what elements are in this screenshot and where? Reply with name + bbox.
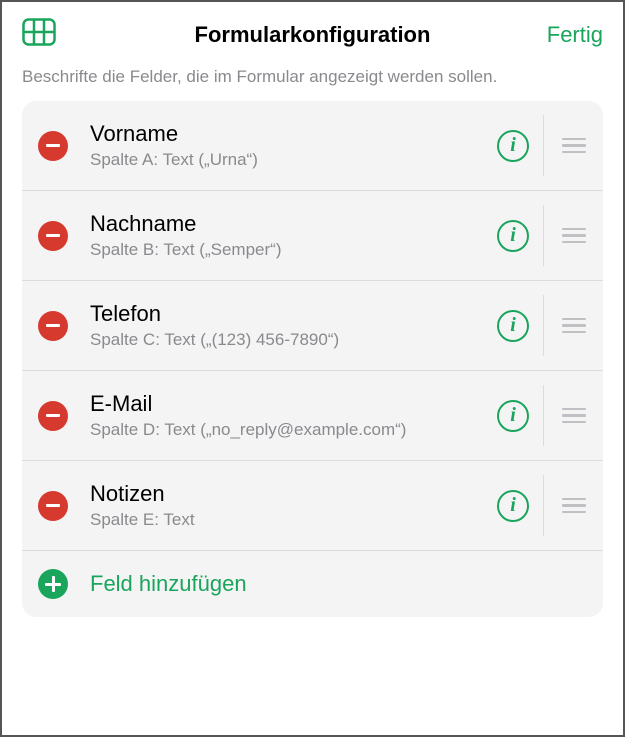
info-icon[interactable]: i (497, 400, 529, 432)
field-text[interactable]: Telefon Spalte C: Text („(123) 456-7890“… (68, 301, 497, 350)
field-title: Telefon (90, 301, 487, 327)
field-subtitle: Spalte A: Text („Urna“) (90, 149, 487, 170)
instructions-text: Beschrifte die Felder, die im Formular a… (2, 67, 623, 101)
field-subtitle: Spalte C: Text („(123) 456-7890“) (90, 329, 487, 350)
field-row: Notizen Spalte E: Text i (22, 461, 603, 551)
field-title: E-Mail (90, 391, 487, 417)
info-icon[interactable]: i (497, 490, 529, 522)
field-list: Vorname Spalte A: Text („Urna“) i Nachna… (22, 101, 603, 617)
field-subtitle: Spalte D: Text („no_reply@example.com“) (90, 419, 487, 440)
add-field-button[interactable]: Feld hinzufügen (22, 551, 603, 617)
field-row: Vorname Spalte A: Text („Urna“) i (22, 101, 603, 191)
drag-handle-icon[interactable] (543, 295, 603, 356)
page-title: Formularkonfiguration (2, 22, 623, 48)
field-title: Notizen (90, 481, 487, 507)
spreadsheet-icon[interactable] (22, 18, 56, 51)
header-bar: Formularkonfiguration Fertig (2, 2, 623, 67)
drag-handle-icon[interactable] (543, 115, 603, 176)
done-button[interactable]: Fertig (547, 22, 603, 48)
field-text[interactable]: Notizen Spalte E: Text (68, 481, 497, 530)
drag-handle-icon[interactable] (543, 205, 603, 266)
remove-field-icon[interactable] (38, 221, 68, 251)
field-row: Telefon Spalte C: Text („(123) 456-7890“… (22, 281, 603, 371)
drag-handle-icon[interactable] (543, 475, 603, 536)
info-icon[interactable]: i (497, 130, 529, 162)
field-subtitle: Spalte B: Text („Semper“) (90, 239, 487, 260)
field-text[interactable]: Nachname Spalte B: Text („Semper“) (68, 211, 497, 260)
drag-handle-icon[interactable] (543, 385, 603, 446)
plus-icon (38, 569, 68, 599)
remove-field-icon[interactable] (38, 131, 68, 161)
field-row: Nachname Spalte B: Text („Semper“) i (22, 191, 603, 281)
field-subtitle: Spalte E: Text (90, 509, 487, 530)
remove-field-icon[interactable] (38, 311, 68, 341)
info-icon[interactable]: i (497, 220, 529, 252)
field-text[interactable]: E-Mail Spalte D: Text („no_reply@example… (68, 391, 497, 440)
field-title: Vorname (90, 121, 487, 147)
field-text[interactable]: Vorname Spalte A: Text („Urna“) (68, 121, 497, 170)
field-title: Nachname (90, 211, 487, 237)
add-field-label: Feld hinzufügen (90, 571, 247, 597)
field-row: E-Mail Spalte D: Text („no_reply@example… (22, 371, 603, 461)
remove-field-icon[interactable] (38, 401, 68, 431)
info-icon[interactable]: i (497, 310, 529, 342)
remove-field-icon[interactable] (38, 491, 68, 521)
